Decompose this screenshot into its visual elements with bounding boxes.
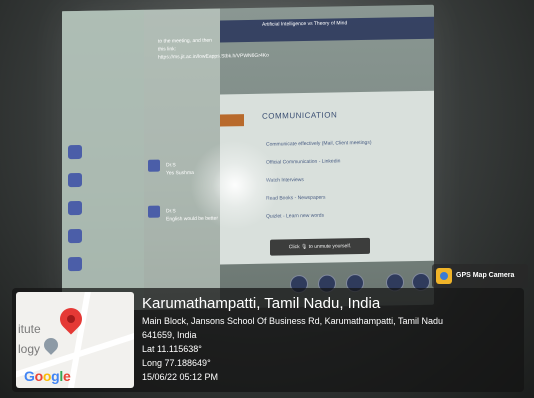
address-line: Main Block, Jansons School Of Business R… bbox=[142, 316, 443, 326]
location-map: itute logy Google bbox=[16, 292, 134, 388]
chat-body: Yes Sushma bbox=[166, 169, 194, 177]
gps-camera-label: GPS Map Camera bbox=[456, 272, 515, 279]
slide-bullet: Communicate effectively (Mail, Client me… bbox=[266, 139, 372, 148]
slide-bullet: Quizlet - Learn new words bbox=[266, 212, 325, 220]
avatar bbox=[68, 172, 82, 188]
light-glare bbox=[190, 140, 280, 230]
participant-item bbox=[68, 254, 138, 275]
gps-camera-icon bbox=[436, 268, 452, 284]
map-label: logy bbox=[18, 342, 41, 356]
chat-text: Dr.S Yes Sushma bbox=[166, 161, 194, 177]
logo-letter: G bbox=[24, 368, 35, 384]
participant-item bbox=[68, 170, 138, 191]
avatar bbox=[148, 159, 160, 172]
slide-accent bbox=[220, 114, 244, 127]
place-marker-icon bbox=[41, 335, 61, 355]
participant-item bbox=[68, 142, 138, 163]
map-label: itute bbox=[18, 322, 41, 336]
location-text: Karumathampatti, Tamil Nadu, India Main … bbox=[142, 294, 443, 384]
participant-item bbox=[68, 226, 138, 247]
unmute-prompt: Click 🎙 to unmute yourself. bbox=[270, 237, 370, 256]
latitude: Lat 11.115638° bbox=[142, 344, 202, 354]
google-logo: Google bbox=[24, 368, 71, 384]
address-line: 641659, India bbox=[142, 330, 197, 340]
avatar bbox=[68, 144, 82, 160]
gps-camera-badge: GPS Map Camera bbox=[432, 264, 528, 288]
longitude: Long 77.188649° bbox=[142, 358, 211, 368]
location-info-panel: itute logy Google Karumathampatti, Tamil… bbox=[12, 288, 524, 392]
chat-sender: Dr.S bbox=[166, 208, 176, 215]
participant-item bbox=[68, 198, 138, 219]
logo-letter: o bbox=[42, 368, 52, 384]
avatar bbox=[68, 200, 82, 216]
chat-sender: Dr.S bbox=[166, 162, 176, 169]
location-title: Karumathampatti, Tamil Nadu, India bbox=[142, 295, 381, 312]
avatar bbox=[68, 256, 82, 272]
chat-message: to the meeting, and then this link: http… bbox=[158, 37, 269, 61]
logo-letter: e bbox=[62, 368, 71, 384]
avatar bbox=[68, 228, 82, 244]
logo-letter: o bbox=[34, 368, 44, 384]
photo: to the meeting, and then this link: http… bbox=[0, 0, 534, 398]
timestamp: 15/06/22 05:12 PM bbox=[142, 372, 219, 382]
slide-title: COMMUNICATION bbox=[262, 110, 338, 121]
avatar bbox=[148, 205, 160, 218]
slide-bullet: Official Communication - Linkedin bbox=[266, 158, 341, 166]
